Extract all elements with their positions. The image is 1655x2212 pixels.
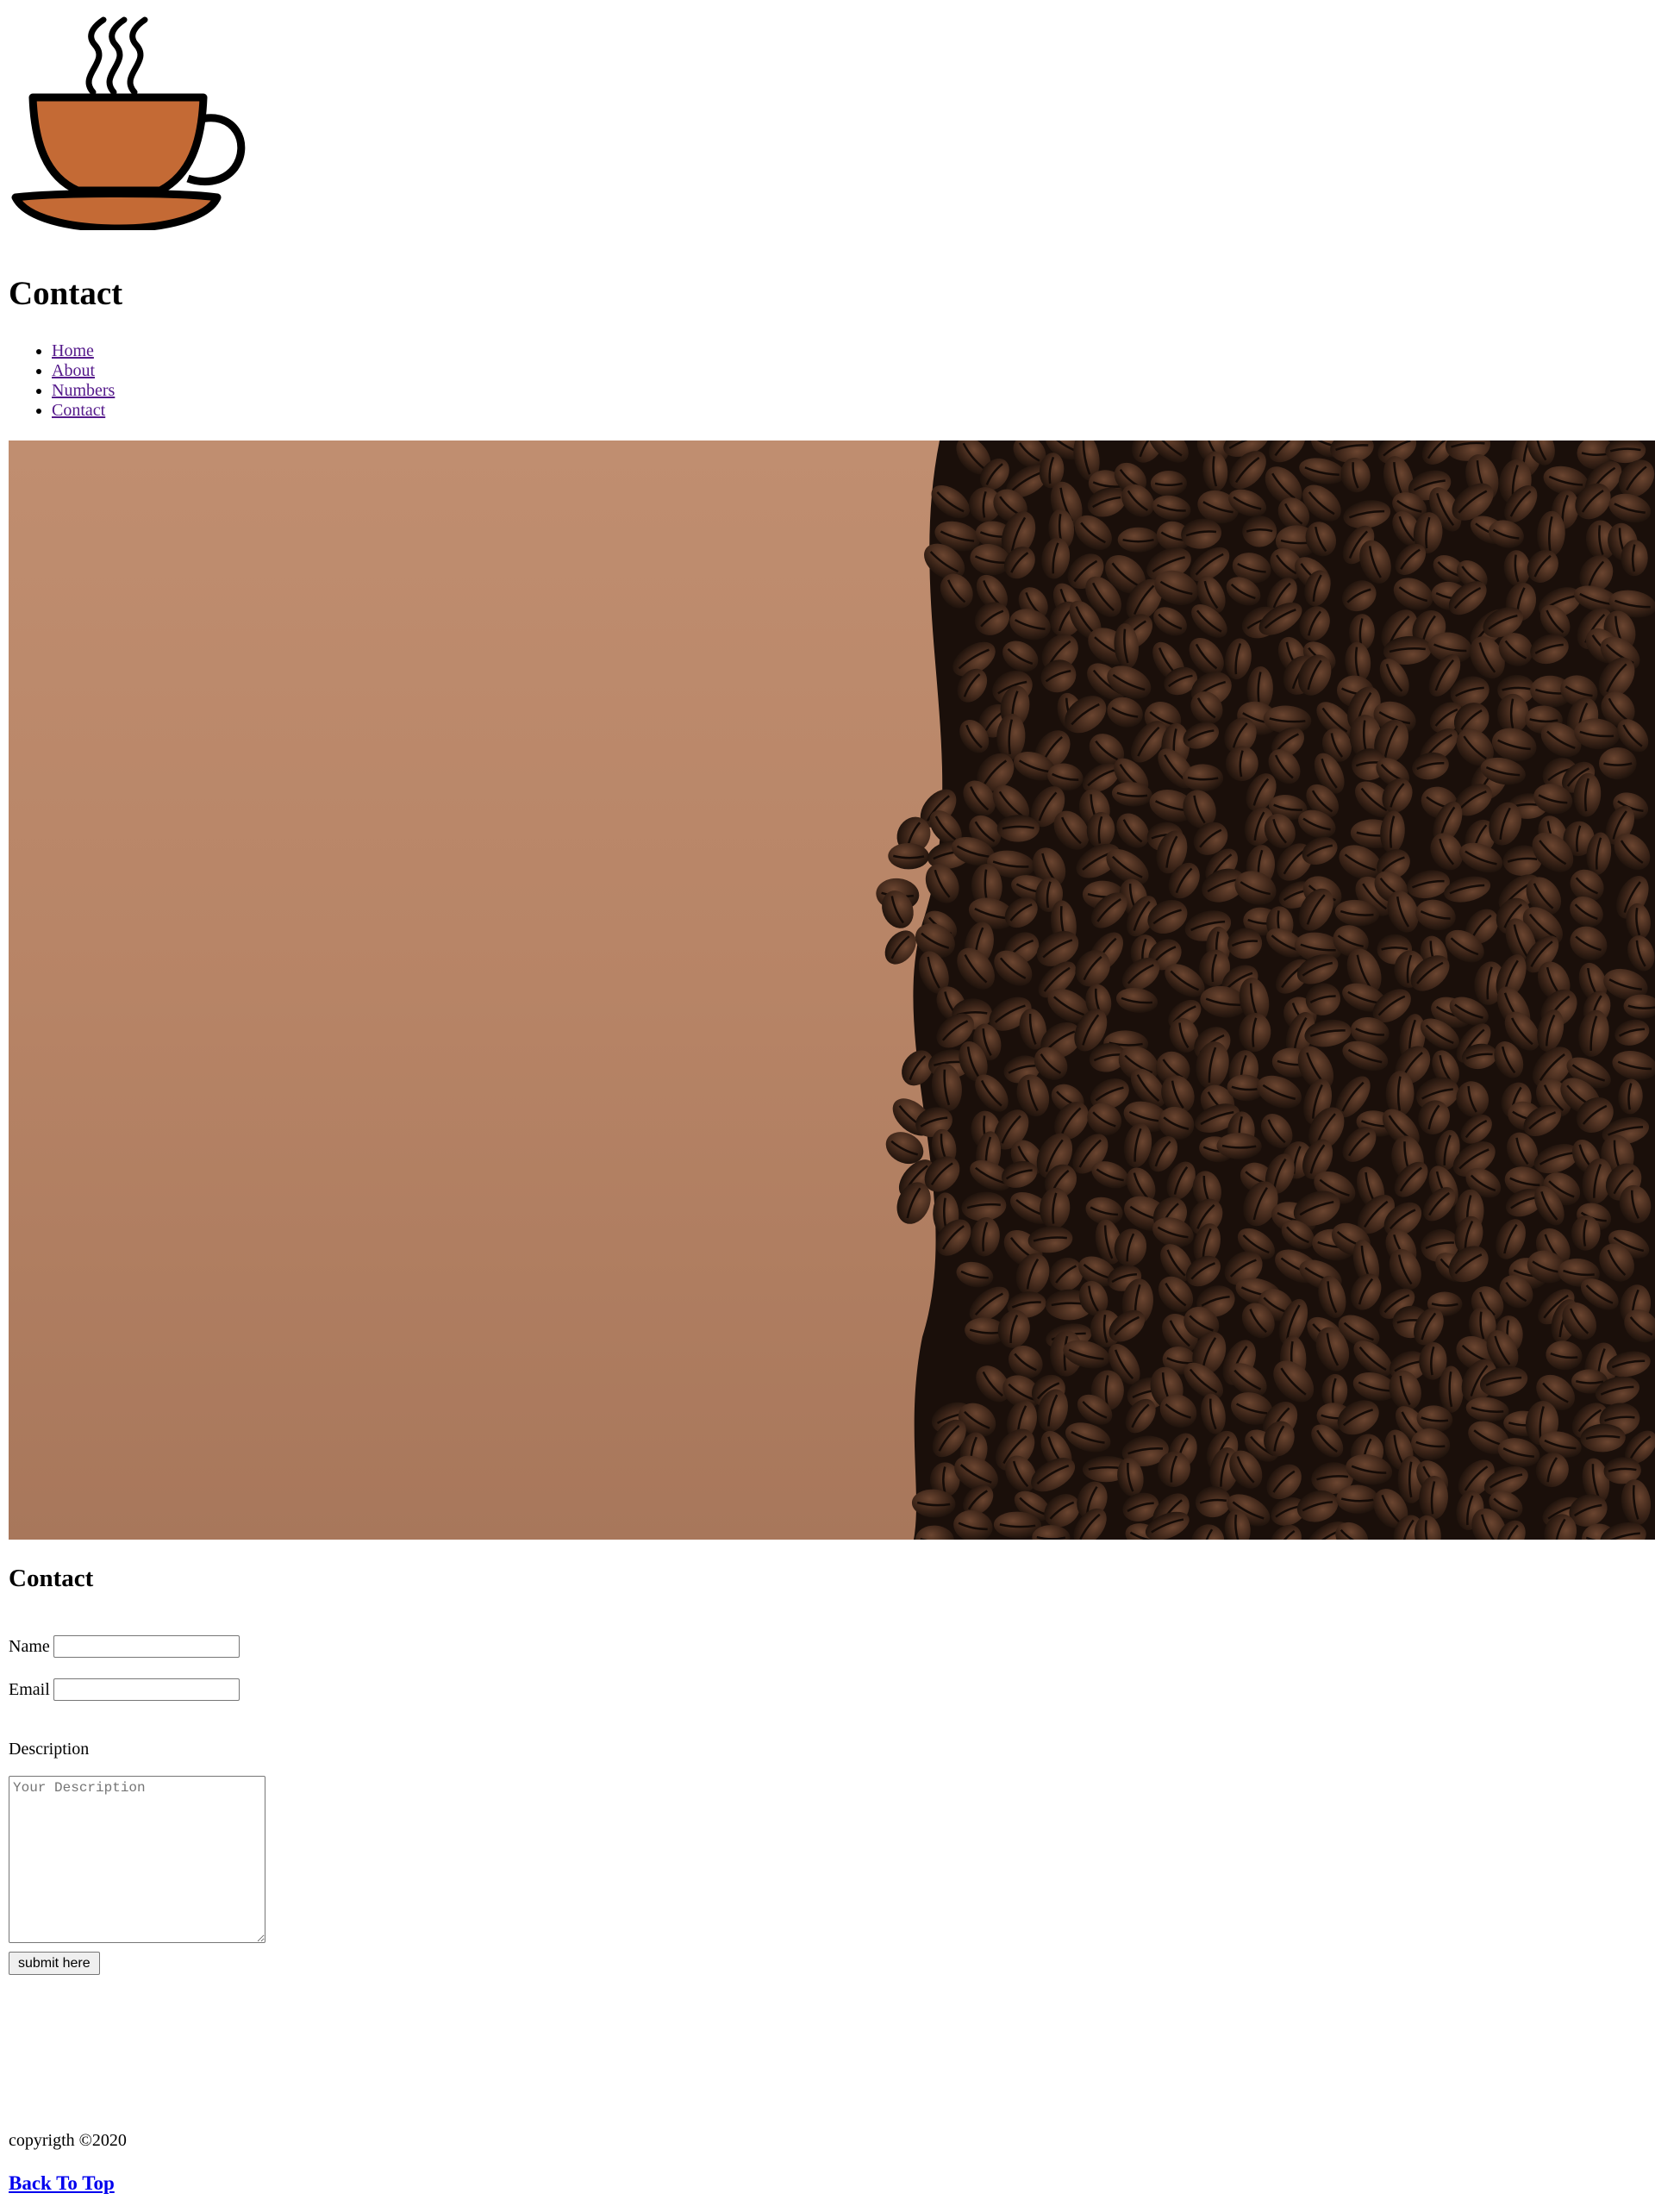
nav-link-about[interactable]: About (52, 361, 95, 380)
site-logo (9, 15, 250, 233)
hero-image (9, 441, 1655, 1540)
page-title: Contact (9, 275, 123, 312)
name-row: Name (9, 1635, 240, 1658)
back-to-top-link[interactable]: Back To Top (9, 2171, 115, 2196)
name-label: Name (9, 1637, 50, 1656)
coffee-cup-icon (11, 16, 246, 233)
nav-item-about: About (52, 361, 115, 381)
main-nav: Home About Numbers Contact (9, 341, 115, 421)
description-label: Description (9, 1740, 90, 1759)
copyright-text: copyrigth ©2020 (9, 2131, 127, 2150)
nav-item-numbers: Numbers (52, 381, 115, 401)
coffee-beans-image (9, 441, 1655, 1540)
name-input[interactable] (53, 1635, 240, 1658)
nav-link-numbers[interactable]: Numbers (52, 381, 115, 400)
email-input[interactable] (53, 1678, 240, 1701)
nav-link-home[interactable]: Home (52, 341, 94, 360)
contact-heading: Contact (9, 1565, 94, 1592)
email-row: Email (9, 1678, 240, 1701)
submit-button[interactable]: submit here (9, 1952, 100, 1975)
nav-item-home: Home (52, 341, 115, 361)
email-label: Email (9, 1680, 50, 1699)
nav-item-contact: Contact (52, 401, 115, 421)
nav-link-contact[interactable]: Contact (52, 401, 105, 420)
description-textarea[interactable] (9, 1776, 265, 1943)
